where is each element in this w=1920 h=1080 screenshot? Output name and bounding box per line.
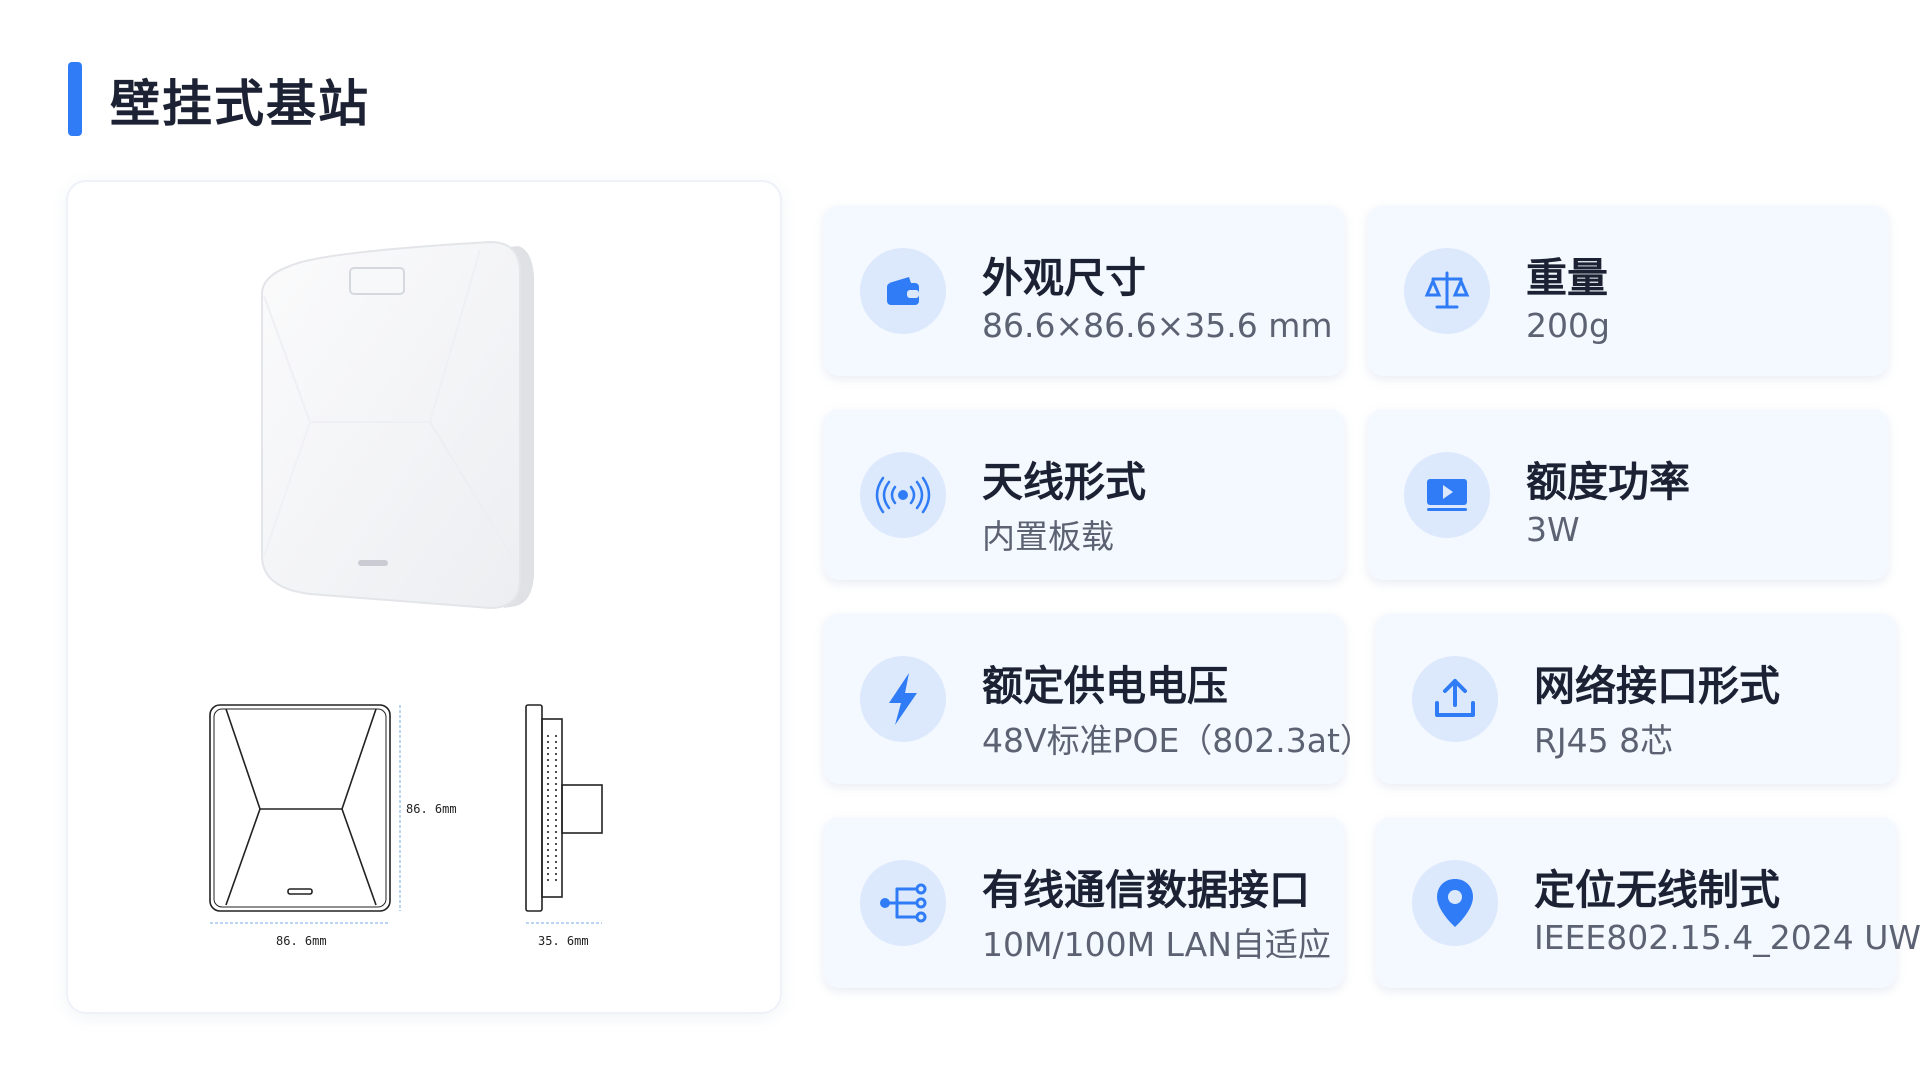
spec-label: 天线形式 [982, 458, 1146, 506]
spec-label: 有线通信数据接口 [982, 866, 1310, 914]
location-pin-icon [1412, 860, 1498, 946]
network-tree-icon [860, 860, 946, 946]
spec-card-weight: 重量 200g [1368, 206, 1888, 376]
page-title: 壁挂式基站 [110, 75, 370, 133]
width-dimension-label: 86. 6mm [276, 934, 327, 948]
spec-label: 外观尺寸 [982, 254, 1146, 302]
spec-value: IEEE802.15.4_2024 UWB [1534, 918, 1920, 957]
spec-value: 48V标准POE（802.3at） [982, 721, 1373, 760]
spec-value: 10M/100M LAN自适应 [982, 925, 1331, 964]
depth-dimension-label: 35. 6mm [538, 934, 589, 948]
upload-icon [1412, 656, 1498, 742]
scale-icon [1404, 248, 1490, 334]
spec-value: 200g [1526, 306, 1610, 345]
spec-label: 重量 [1526, 254, 1608, 302]
spec-card-positioning: 定位无线制式 IEEE802.15.4_2024 UWB [1376, 818, 1920, 988]
product-photo [261, 240, 534, 610]
lightning-icon [860, 656, 946, 742]
spec-label: 额定供电电压 [982, 662, 1228, 710]
height-dimension-label: 86. 6mm [406, 802, 457, 816]
spec-label: 定位无线制式 [1534, 866, 1780, 914]
spec-card-antenna: 天线形式 内置板载 [824, 410, 1344, 580]
spec-value: RJ45 8芯 [1534, 721, 1674, 760]
dimension-drawing: 86. 6mm 86. 6mm 35. 6mm [209, 704, 603, 948]
front-view [209, 704, 391, 912]
spec-card-wired-interface: 有线通信数据接口 10M/100M LAN自适应 [824, 818, 1344, 988]
title-accent-bar [68, 62, 82, 136]
spec-card-voltage: 额定供电电压 48V标准POE（802.3at） [824, 614, 1373, 784]
spec-card-power: 额度功率 3W [1368, 410, 1888, 580]
wallet-icon [860, 248, 946, 334]
spec-value: 3W [1526, 510, 1580, 549]
spec-value: 内置板载 [982, 517, 1114, 556]
side-view [525, 704, 603, 912]
signal-icon [860, 452, 946, 538]
spec-label: 网络接口形式 [1534, 662, 1780, 710]
spec-card-network-port: 网络接口形式 RJ45 8芯 [1376, 614, 1896, 784]
spec-label: 额度功率 [1526, 458, 1690, 506]
play-screen-icon [1404, 452, 1490, 538]
spec-value: 86.6×86.6×35.6 mm [982, 306, 1333, 345]
spec-card-dimensions: 外观尺寸 86.6×86.6×35.6 mm [824, 206, 1344, 376]
